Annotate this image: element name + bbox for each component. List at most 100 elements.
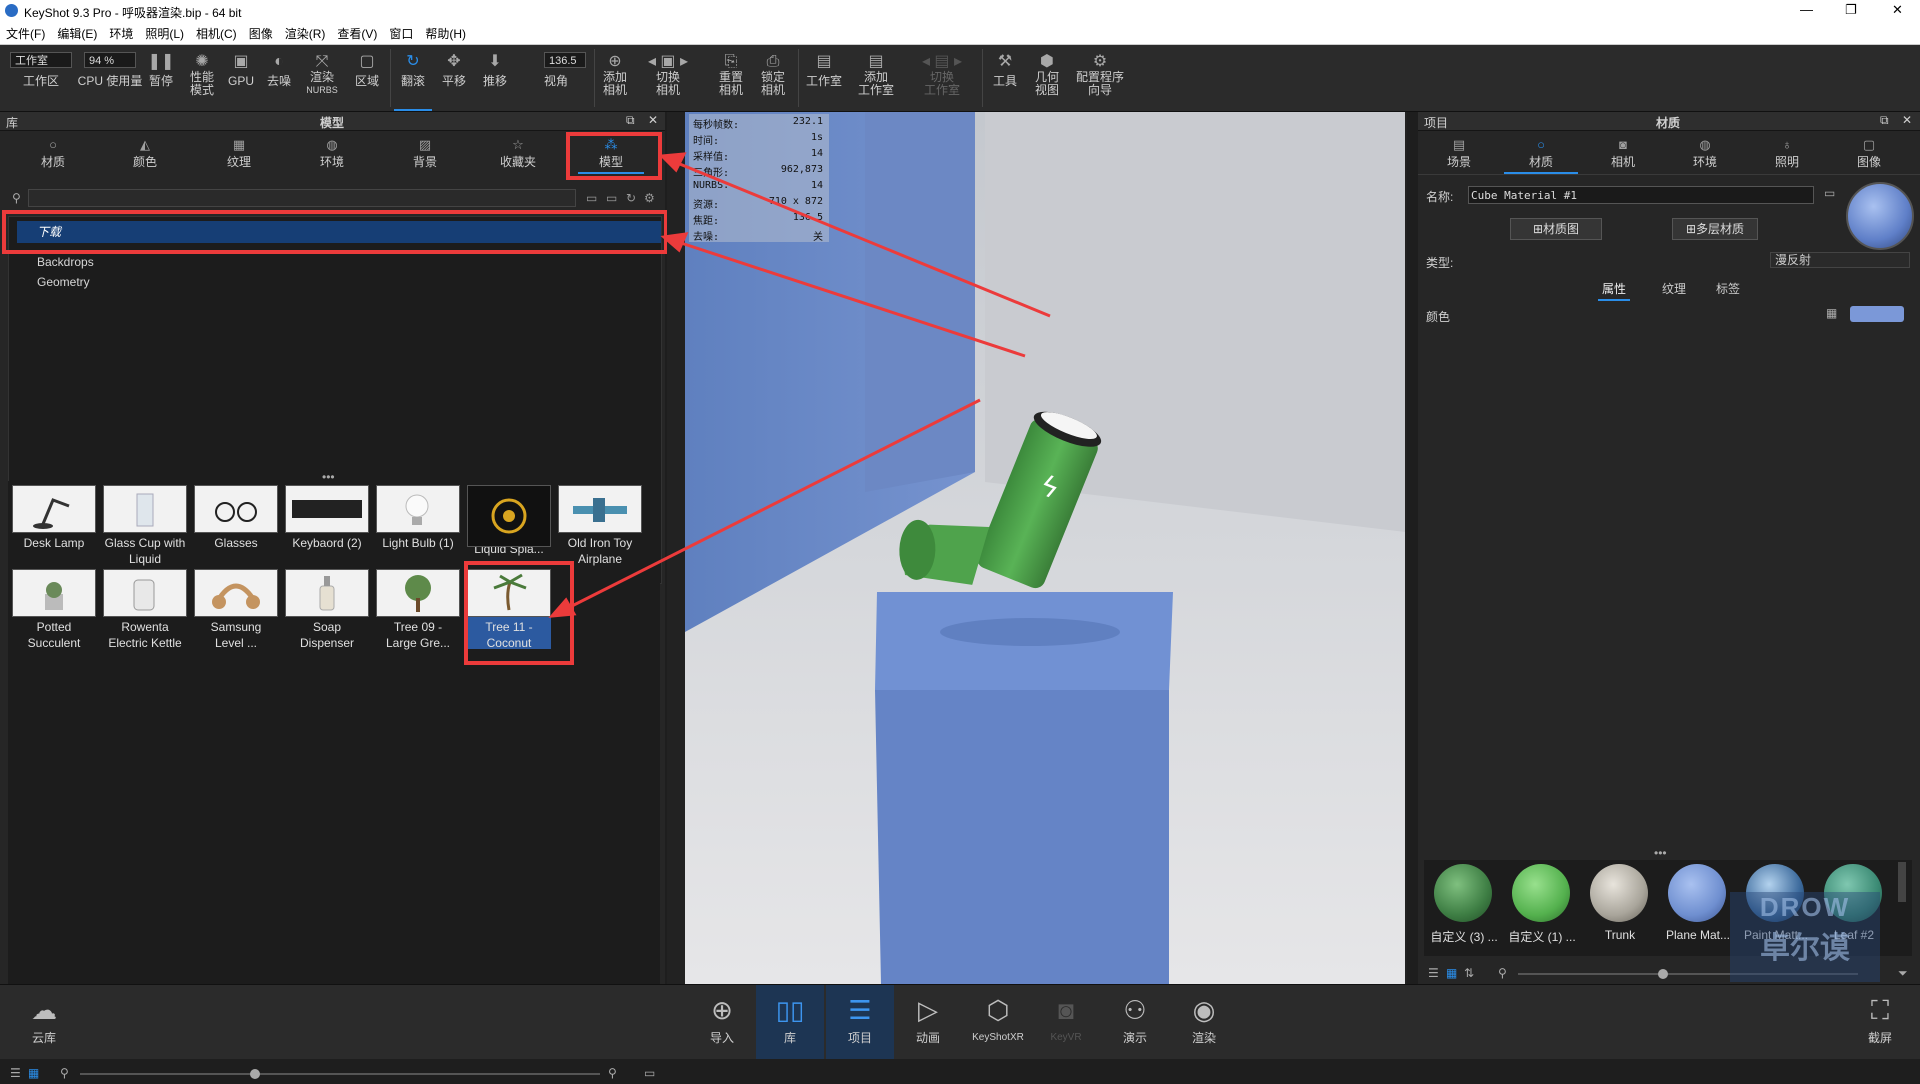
menu-camera[interactable]: 相机(C) [190,22,243,42]
panel-close-icon[interactable]: ✕ [1902,113,1912,127]
slider-handle[interactable] [1658,969,1668,979]
tab-favorites[interactable]: ☆ 收藏夹 [485,134,551,172]
menu-environment[interactable]: 环境 [103,22,139,42]
menu-edit[interactable]: 编辑(E) [51,22,103,42]
geometry-view-button[interactable]: ⬢ 几何 视图 [1030,45,1064,111]
pause-button[interactable]: ❚❚ 暂停 [146,45,176,111]
folder-icon[interactable]: ▭ [644,1066,655,1080]
studio-button[interactable]: ▤ 工作室 [802,45,846,111]
subtab-textures[interactable]: 纹理 [1662,280,1686,297]
workarea-button[interactable]: .工作区 [14,45,68,111]
refresh-icon[interactable]: ↻ [626,191,636,205]
tumble-button[interactable]: ↻ 翻滚 [394,45,432,111]
cloud-library-button[interactable]: ☁ 云库 [20,985,68,1059]
multi-material-button[interactable]: ⊞多层材质 [1672,218,1758,240]
pan-button[interactable]: ✥ 平移 [436,45,472,111]
model-thumbnail[interactable]: Soap Dispenser [285,569,369,650]
texture-map-icon[interactable]: ▦ [1826,306,1837,320]
model-thumbnail[interactable]: Potted Succulent [12,569,96,650]
tab-image[interactable]: ▢ 图像 [1832,134,1906,172]
splitter-handle-icon[interactable]: ••• [1654,846,1667,860]
model-thumbnail[interactable]: Liquid Spla... [467,485,551,565]
denoise-button[interactable]: ◐ 去噪 [262,45,296,111]
add-camera-button[interactable]: ⊕ 添加 相机 [598,45,632,111]
material-ball[interactable] [1668,864,1726,922]
render-button[interactable]: ◉ 渲染 [1178,985,1230,1059]
color-swatch[interactable] [1850,306,1904,322]
minimize-icon[interactable]: — [1800,2,1813,17]
panel-close-icon[interactable]: ✕ [648,113,658,127]
tab-lighting[interactable]: ♁ 照明 [1750,134,1824,172]
lock-camera-button[interactable]: ⎙ 锁定 相机 [756,45,790,111]
undock-icon[interactable]: ⧉ [1880,113,1889,128]
zoom-in-icon[interactable]: ⚲ [608,1066,617,1080]
tab-scene[interactable]: ▤ 场景 [1422,134,1496,172]
sort-icon[interactable]: ⇅ [1464,966,1474,980]
cpu-usage-button[interactable]: .CPU 使用量 [74,45,146,111]
model-thumbnail[interactable]: Tree 09 - Large Gre... [376,569,460,650]
save-material-icon[interactable]: ▭ [1824,186,1835,200]
tree-item-geometry[interactable]: Geometry [37,275,90,289]
material-type-select[interactable]: 漫反射 [1770,252,1910,268]
tab-textures[interactable]: ▦ 纹理 [206,134,272,172]
switch-studio-button[interactable]: ◂ ▤ ▸ 切换 工作室 [914,45,970,111]
keyvr-button[interactable]: ◙ KeyVR [1040,985,1092,1059]
model-thumbnail[interactable]: Samsung Level ... [194,569,278,650]
presentation-button[interactable]: ⚇ 演示 [1110,985,1160,1059]
library-button[interactable]: ▯▯ 库 [756,985,824,1059]
grid-view-icon[interactable]: ▦ [1446,966,1457,980]
model-thumbnail[interactable]: Rowenta Electric Kettle [103,569,187,650]
region-button[interactable]: ▢ 区域 [350,45,384,111]
performance-mode-button[interactable]: ✺ 性能 模式 [184,45,220,111]
tab-colors[interactable]: ◭ 颜色 [112,134,178,172]
add-studio-button[interactable]: ▤ 添加 工作室 [854,45,898,111]
filter-icon[interactable]: ⏷ [1898,966,1908,981]
tab-environment[interactable]: ◍ 环境 [1668,134,1742,172]
render-nurbs-button[interactable]: ⤧ 渲染 NURBS [302,45,342,111]
model-thumbnail[interactable]: Keybaord (2) [285,485,369,565]
screenshot-button[interactable]: ⛶ 截屏 [1854,985,1906,1059]
undock-icon[interactable]: ⧉ [626,113,635,128]
render-viewport[interactable]: ϟ 每秒帧数: 232.1 时间: 1s 采样值: 14 三角形: 962,873 NU… [667,112,1407,984]
model-thumbnail[interactable]: Desk Lamp [12,485,96,565]
import-button[interactable]: ⊕ 导入 [698,985,746,1059]
list-view-icon[interactable]: ☰ [1428,966,1439,980]
menu-file[interactable]: 文件(F) [0,22,51,42]
tab-camera[interactable]: ◙ 相机 [1586,134,1660,172]
animation-button[interactable]: ▷ 动画 [904,985,952,1059]
model-thumbnail[interactable]: Light Bulb (1) [376,485,460,565]
list-view-icon[interactable]: ☰ [10,1066,21,1080]
strip-scrollbar[interactable] [1898,862,1906,902]
dolly-button[interactable]: ⬇ 推移 [476,45,514,111]
subtab-properties[interactable]: 属性 [1598,280,1631,301]
tab-backplates[interactable]: ▨ 背景 [392,134,458,172]
slider-handle[interactable] [250,1069,260,1079]
grid-view-icon[interactable]: ▦ [28,1066,39,1080]
project-button[interactable]: ☰ 项目 [826,985,894,1059]
menu-view[interactable]: 查看(V) [331,22,383,42]
material-ball[interactable] [1434,864,1492,922]
add-folder-icon[interactable]: ▭ [586,191,597,205]
zoom-out-icon[interactable]: ⚲ [60,1066,69,1080]
switch-camera-button[interactable]: ◂ ▣ ▸ 切换 相机 [644,45,692,111]
maximize-icon[interactable]: ❐ [1845,2,1857,18]
model-thumbnail[interactable]: Old Iron Toy Airplane [558,485,642,566]
library-search-input[interactable] [28,189,576,207]
field-of-view-button[interactable]: .视角 [526,45,586,111]
material-name-input[interactable] [1468,186,1814,204]
material-ball[interactable] [1590,864,1648,922]
material-graph-button[interactable]: ⊞材质图 [1510,218,1602,240]
gpu-button[interactable]: ▣ GPU [226,45,256,111]
reset-camera-button[interactable]: ⎘ 重置 相机 [714,45,748,111]
material-ball[interactable] [1512,864,1570,922]
zoom-out-icon[interactable]: ⚲ [1498,966,1507,980]
tools-button[interactable]: ⚒ 工具 [988,45,1022,111]
menu-window[interactable]: 窗口 [383,22,419,42]
close-icon[interactable]: ✕ [1892,2,1903,18]
tree-item-backdrops[interactable]: Backdrops [37,255,94,269]
menu-image[interactable]: 图像 [243,22,279,42]
tab-environments[interactable]: ◍ 环境 [299,134,365,172]
keyshotxr-button[interactable]: ⬡ KeyShotXR [964,985,1032,1059]
model-thumbnail[interactable]: Glasses [194,485,278,565]
configurator-wizard-button[interactable]: ⚙ 配置程序 向导 [1072,45,1128,111]
